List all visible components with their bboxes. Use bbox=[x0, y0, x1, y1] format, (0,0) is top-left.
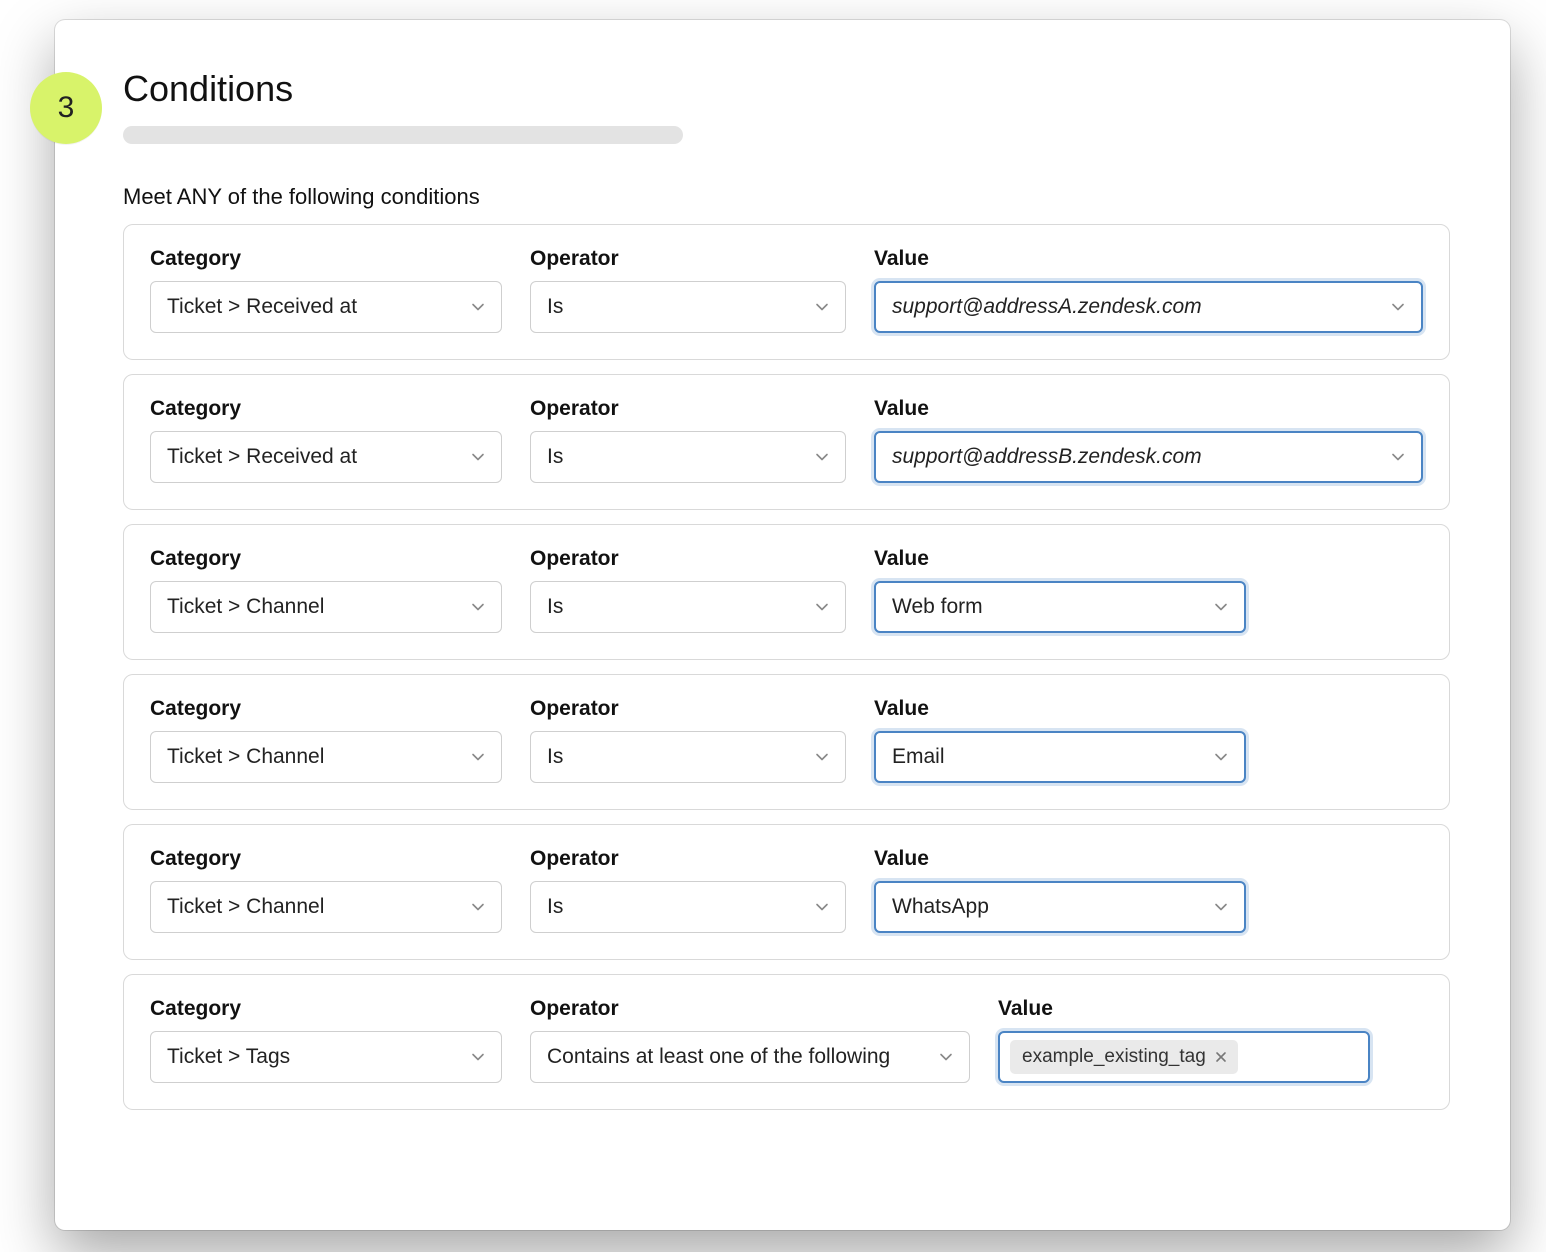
operator-label: Operator bbox=[530, 247, 846, 271]
category-label: Category bbox=[150, 547, 502, 571]
chevron-down-icon bbox=[1389, 448, 1407, 466]
operator-select[interactable]: Is bbox=[530, 431, 846, 483]
value-label: Value bbox=[874, 247, 1423, 271]
category-value: Ticket > Channel bbox=[167, 595, 324, 619]
value-text: Email bbox=[892, 745, 945, 769]
condition-row: Category Ticket > Channel Operator Is bbox=[123, 824, 1450, 960]
chevron-down-icon bbox=[937, 1048, 955, 1066]
category-select[interactable]: Ticket > Received at bbox=[150, 281, 502, 333]
chevron-down-icon bbox=[1212, 748, 1230, 766]
step-number: 3 bbox=[58, 91, 75, 125]
value-select[interactable]: Web form bbox=[874, 581, 1246, 633]
value-label: Value bbox=[874, 847, 1246, 871]
operator-label: Operator bbox=[530, 997, 970, 1021]
category-select[interactable]: Ticket > Channel bbox=[150, 881, 502, 933]
operator-value: Is bbox=[547, 745, 563, 769]
chevron-down-icon bbox=[813, 748, 831, 766]
chevron-down-icon bbox=[813, 298, 831, 316]
operator-label: Operator bbox=[530, 547, 846, 571]
operator-label: Operator bbox=[530, 697, 846, 721]
category-label: Category bbox=[150, 997, 502, 1021]
category-select[interactable]: Ticket > Channel bbox=[150, 731, 502, 783]
value-select[interactable]: WhatsApp bbox=[874, 881, 1246, 933]
operator-select[interactable]: Is bbox=[530, 281, 846, 333]
operator-value: Is bbox=[547, 895, 563, 919]
value-label: Value bbox=[874, 697, 1246, 721]
condition-row: Category Ticket > Tags Operator Contains… bbox=[123, 974, 1450, 1110]
operator-value: Is bbox=[547, 595, 563, 619]
condition-row: Category Ticket > Channel Operator Is bbox=[123, 524, 1450, 660]
category-label: Category bbox=[150, 397, 502, 421]
chevron-down-icon bbox=[813, 598, 831, 616]
value-text: WhatsApp bbox=[892, 895, 989, 919]
category-label: Category bbox=[150, 847, 502, 871]
category-value: Ticket > Tags bbox=[167, 1045, 290, 1069]
value-select[interactable]: support@addressA.zendesk.com bbox=[874, 281, 1423, 333]
operator-value: Is bbox=[547, 445, 563, 469]
operator-label: Operator bbox=[530, 847, 846, 871]
value-label: Value bbox=[998, 997, 1370, 1021]
chevron-down-icon bbox=[469, 598, 487, 616]
chevron-down-icon bbox=[469, 298, 487, 316]
chevron-down-icon bbox=[1212, 898, 1230, 916]
conditions-panel: Conditions Meet ANY of the following con… bbox=[55, 20, 1510, 1230]
progress-bar bbox=[123, 126, 683, 144]
chevron-down-icon bbox=[469, 898, 487, 916]
category-value: Ticket > Received at bbox=[167, 295, 357, 319]
value-text: Web form bbox=[892, 595, 983, 619]
operator-value: Contains at least one of the following bbox=[547, 1045, 890, 1069]
tag-chip: example_existing_tag bbox=[1010, 1040, 1238, 1074]
category-label: Category bbox=[150, 247, 502, 271]
condition-row: Category Ticket > Received at Operator I… bbox=[123, 374, 1450, 510]
conditions-list: Category Ticket > Received at Operator I… bbox=[123, 224, 1450, 1110]
operator-value: Is bbox=[547, 295, 563, 319]
operator-select[interactable]: Is bbox=[530, 881, 846, 933]
conditions-subtitle: Meet ANY of the following conditions bbox=[123, 184, 1450, 210]
chevron-down-icon bbox=[813, 898, 831, 916]
category-value: Ticket > Channel bbox=[167, 895, 324, 919]
condition-row: Category Ticket > Received at Operator I… bbox=[123, 224, 1450, 360]
chevron-down-icon bbox=[1212, 598, 1230, 616]
chevron-down-icon bbox=[1389, 298, 1407, 316]
category-select[interactable]: Ticket > Tags bbox=[150, 1031, 502, 1083]
condition-row: Category Ticket > Channel Operator Is bbox=[123, 674, 1450, 810]
operator-select[interactable]: Is bbox=[530, 731, 846, 783]
category-value: Ticket > Channel bbox=[167, 745, 324, 769]
chevron-down-icon bbox=[469, 748, 487, 766]
category-select[interactable]: Ticket > Received at bbox=[150, 431, 502, 483]
operator-select[interactable]: Contains at least one of the following bbox=[530, 1031, 970, 1083]
operator-select[interactable]: Is bbox=[530, 581, 846, 633]
remove-tag-icon[interactable] bbox=[1214, 1050, 1228, 1064]
operator-label: Operator bbox=[530, 397, 846, 421]
value-label: Value bbox=[874, 397, 1423, 421]
chevron-down-icon bbox=[469, 1048, 487, 1066]
tag-text: example_existing_tag bbox=[1022, 1046, 1206, 1068]
category-value: Ticket > Received at bbox=[167, 445, 357, 469]
chevron-down-icon bbox=[469, 448, 487, 466]
page-title: Conditions bbox=[123, 68, 1450, 110]
step-badge: 3 bbox=[30, 72, 102, 144]
category-select[interactable]: Ticket > Channel bbox=[150, 581, 502, 633]
value-text: support@addressA.zendesk.com bbox=[892, 295, 1202, 319]
category-label: Category bbox=[150, 697, 502, 721]
value-text: support@addressB.zendesk.com bbox=[892, 445, 1202, 469]
tag-input[interactable]: example_existing_tag bbox=[998, 1031, 1370, 1083]
chevron-down-icon bbox=[813, 448, 831, 466]
value-label: Value bbox=[874, 547, 1246, 571]
value-select[interactable]: support@addressB.zendesk.com bbox=[874, 431, 1423, 483]
value-select[interactable]: Email bbox=[874, 731, 1246, 783]
